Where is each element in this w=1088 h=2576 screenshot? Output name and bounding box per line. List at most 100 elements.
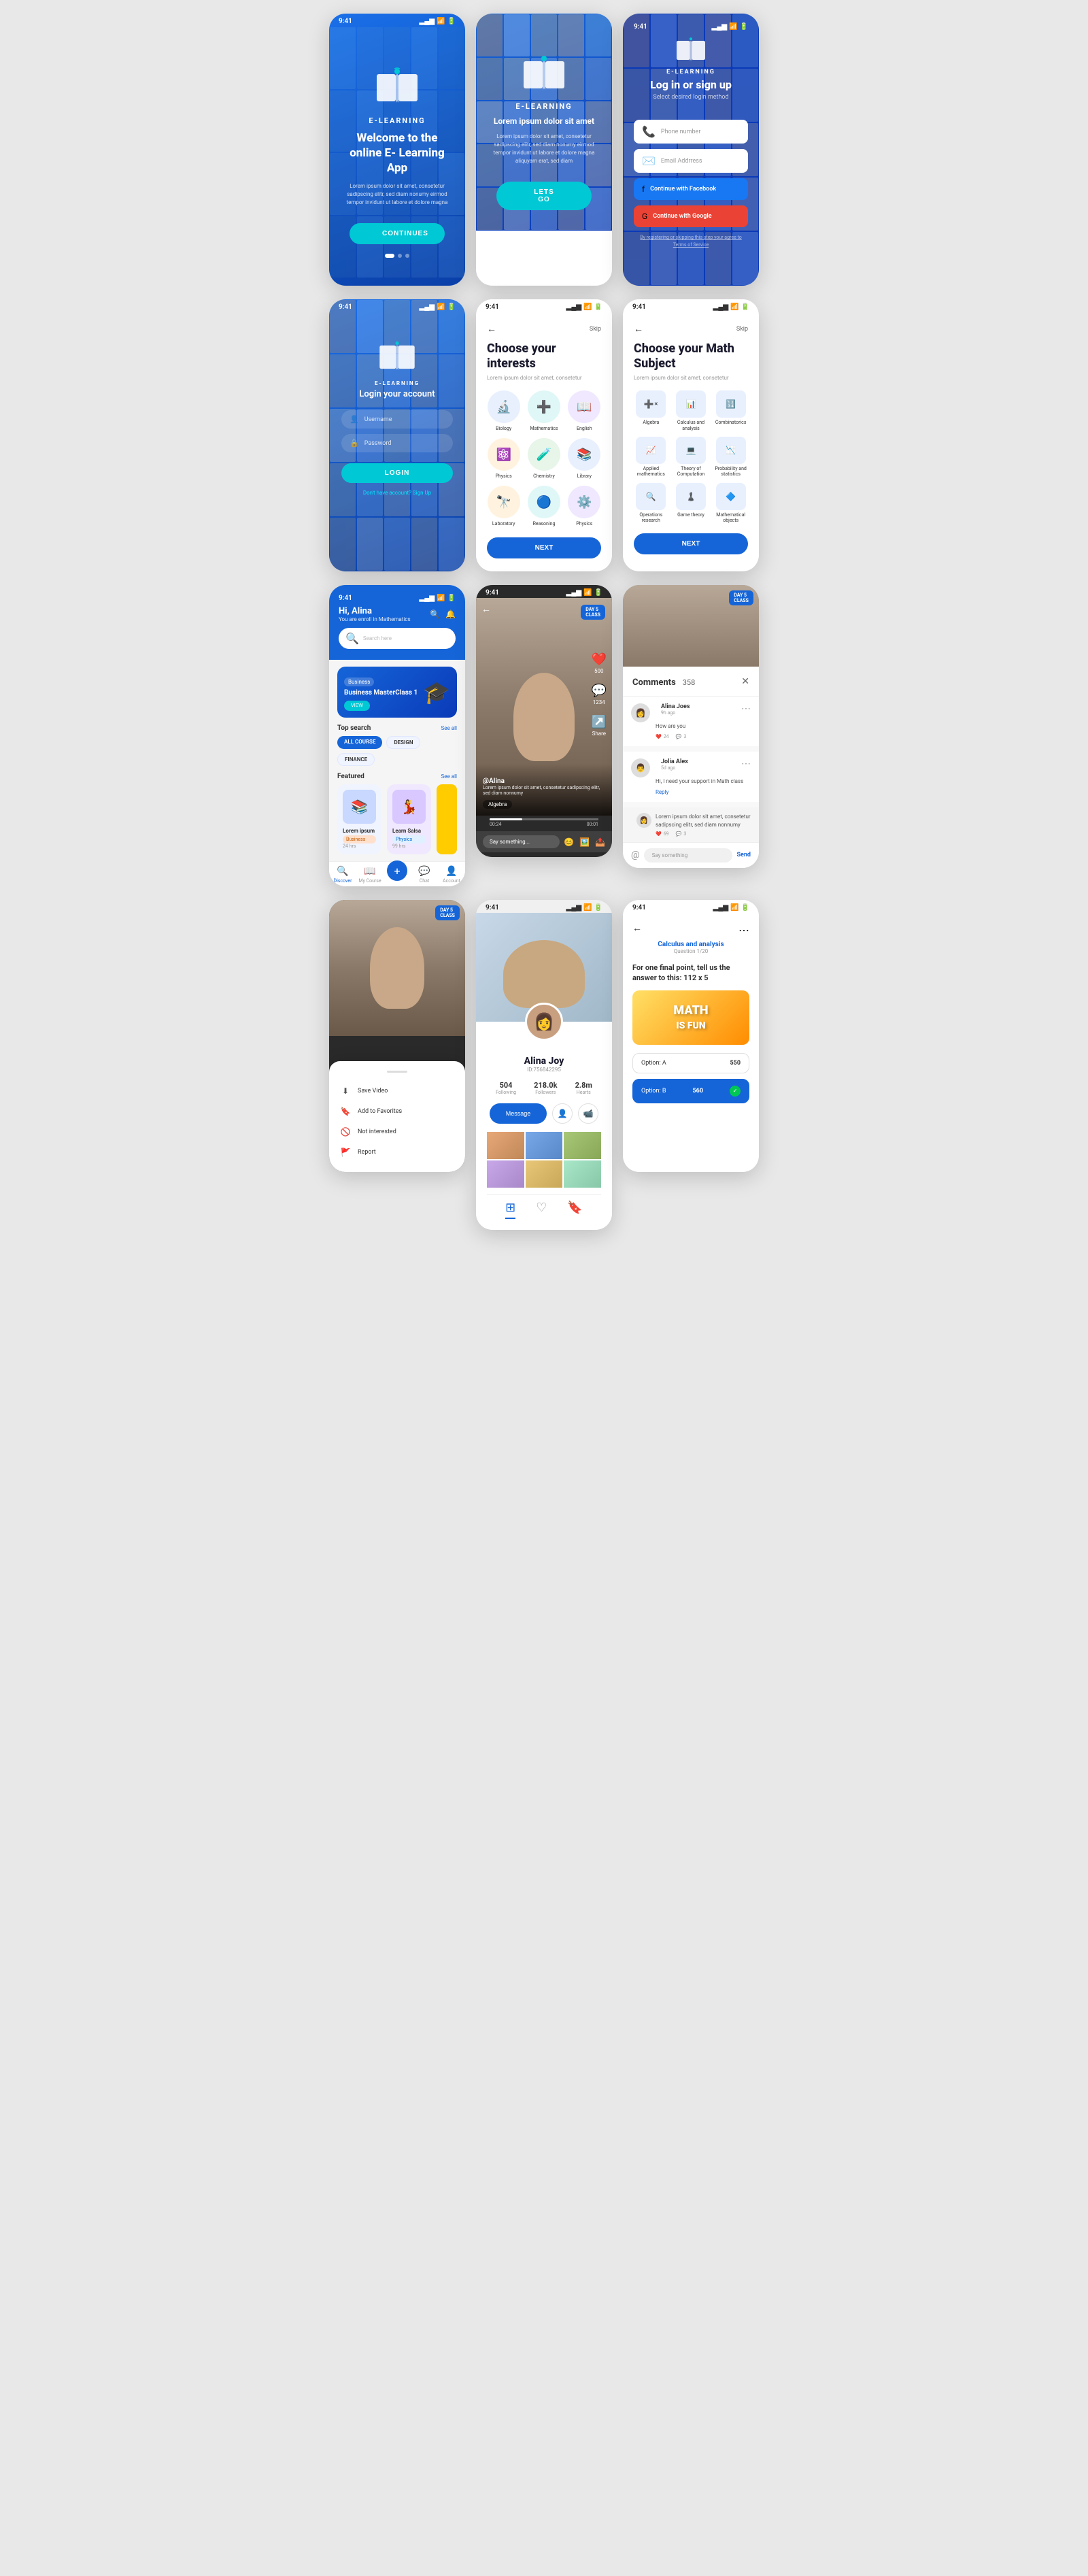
interest-chemistry[interactable]: 🧪 Chemistry <box>527 438 560 479</box>
tag-all[interactable]: ALL COURSE <box>337 736 382 749</box>
email-input-field[interactable]: ✉️ Email Addrress <box>634 149 748 173</box>
interest-biology[interactable]: 🔬 Biology <box>487 390 520 431</box>
login-button[interactable]: LOGIN <box>341 463 453 483</box>
send-button[interactable]: Send <box>736 852 751 858</box>
math-skip[interactable]: Skip <box>736 326 748 333</box>
add-friend-button[interactable]: 👤 <box>552 1103 573 1124</box>
math-operations[interactable]: 🔍 Operations research <box>634 483 668 524</box>
skip-button[interactable]: Skip <box>590 326 601 333</box>
notification-icon[interactable]: 🔔 <box>445 609 456 619</box>
close-icon[interactable]: ✕ <box>741 676 749 687</box>
comment-1-more[interactable]: ⋯ <box>741 703 751 714</box>
math-screen: 9:41 ▂▄▆ 📶 🔋 ← Skip Choose your Math Sub… <box>623 299 759 571</box>
google-button[interactable]: G Continue with Google <box>634 205 748 227</box>
interest-english[interactable]: 📖 English <box>568 390 601 431</box>
math-applied[interactable]: 📈 Applied mathematics <box>634 437 668 478</box>
username-field[interactable]: 👤 Username <box>341 410 453 429</box>
option-not-interested[interactable]: 🚫 Not interested <box>340 1122 454 1142</box>
option-save-video[interactable]: ⬇ Save Video <box>340 1081 454 1101</box>
emoji-icon[interactable]: 😊 <box>564 837 574 847</box>
math-back[interactable]: ← <box>634 323 643 335</box>
video-thumb-2[interactable] <box>526 1132 563 1159</box>
add-icon[interactable]: + <box>387 860 407 881</box>
search-icon[interactable]: 🔍 <box>430 609 440 619</box>
video-thumb-1[interactable] <box>487 1132 524 1159</box>
comment-1-actions: ❤️ 24 💬 3 <box>656 734 751 739</box>
top-search-see-all[interactable]: See all <box>441 725 457 731</box>
interest-library[interactable]: 📚 Library <box>568 438 601 479</box>
like-action-1[interactable]: ❤️ 24 <box>656 734 669 739</box>
algebra-icon: ➕✕ <box>636 390 666 418</box>
video-back-arrow[interactable]: ← <box>481 603 491 615</box>
next-button-math[interactable]: NEXT <box>634 533 748 554</box>
interest-physics2[interactable]: ⚙️ Physics <box>568 486 601 526</box>
math-combinatorics[interactable]: 🔢 Combinatorics <box>713 390 748 431</box>
quiz-option-b[interactable]: Option: B 560 ✓ <box>632 1079 749 1103</box>
continue-button[interactable]: CONTINUES <box>350 223 445 244</box>
letsgo-button[interactable]: LETS GO <box>496 182 592 210</box>
like-action[interactable]: ❤️ 500 <box>592 652 607 674</box>
tag-finance[interactable]: FINANCE <box>337 753 375 766</box>
video-thumb-6[interactable] <box>564 1160 601 1188</box>
quiz-option-a[interactable]: Option: A 550 <box>632 1053 749 1073</box>
profile-cover: 👩 <box>476 913 612 1022</box>
search-box[interactable]: 🔍 Search here <box>339 628 456 649</box>
terms-link[interactable]: Terms of Service <box>673 242 709 248</box>
quiz-more-icon[interactable]: ⋯ <box>738 924 749 937</box>
interest-laboratory[interactable]: 🔭 Laboratory <box>487 486 520 526</box>
math-probability[interactable]: 📉 Probability and statistics <box>713 437 748 478</box>
signup-link[interactable]: Sign Up <box>413 490 431 496</box>
comment-input[interactable]: Say something <box>644 848 733 863</box>
math-game[interactable]: ♟️ Game theory <box>674 483 709 524</box>
message-button[interactable]: Message <box>490 1103 547 1124</box>
stat-hearts: 2.8m Hearts <box>575 1081 592 1095</box>
phone-input-field[interactable]: 📞 Phone number <box>634 120 748 144</box>
math-objects[interactable]: 🔷 Mathematical objects <box>713 483 748 524</box>
tag-design[interactable]: DESIGN <box>386 736 420 749</box>
video-progress-bar[interactable] <box>490 818 598 820</box>
video-thumb-3[interactable] <box>564 1132 601 1159</box>
math-computation[interactable]: 💻 Theory of Computation <box>674 437 709 478</box>
image-icon[interactable]: 🖼️ <box>579 837 590 847</box>
course-card-1[interactable]: 📚 Lorem ipsum Business 24 hrs <box>337 784 381 854</box>
comment-action[interactable]: 💬 1234 <box>592 684 607 705</box>
library-icon-circle: 📚 <box>568 438 600 471</box>
password-field[interactable]: 🔒 Password <box>341 434 453 452</box>
comment-2-more[interactable]: ⋯ <box>741 758 751 769</box>
nav-chat[interactable]: 💬 Chat <box>411 866 438 884</box>
interest-mathematics[interactable]: ➕ Mathematics <box>527 390 560 431</box>
back-arrow[interactable]: ← <box>487 323 496 335</box>
video-thumb-5[interactable] <box>526 1160 563 1188</box>
facebook-button[interactable]: f Continue with Facebook <box>634 178 748 200</box>
nav-discover[interactable]: 🔍 Discover <box>329 866 356 884</box>
next-button-interests[interactable]: NEXT <box>487 537 601 558</box>
reply-action-1[interactable]: 💬 3 <box>676 734 687 739</box>
math-calculus[interactable]: 📊 Calculus and analysis <box>674 390 709 431</box>
quiz-back[interactable]: ← <box>632 922 642 934</box>
heart-tab[interactable]: ♡ <box>536 1201 547 1219</box>
reply-count[interactable]: 💬 3 <box>676 831 687 837</box>
say-input[interactable]: Say something... <box>483 835 560 848</box>
grid-tab[interactable]: ⊞ <box>505 1201 515 1219</box>
biology-label: Biology <box>496 426 511 431</box>
interest-reasoning[interactable]: 🔵 Reasoning <box>527 486 560 526</box>
featured-see-all[interactable]: See all <box>441 773 457 780</box>
reply-link-2[interactable]: Reply <box>656 789 668 795</box>
nav-add[interactable]: + <box>384 866 411 884</box>
option-add-favorites[interactable]: 🔖 Add to Favorites <box>340 1101 454 1122</box>
send-icon[interactable]: 📤 <box>595 837 605 847</box>
nav-my-course[interactable]: 📖 My Course <box>356 866 384 884</box>
nav-account[interactable]: 👤 Account <box>438 866 465 884</box>
video-thumb-4[interactable] <box>487 1160 524 1188</box>
interest-physics[interactable]: ⚛️ Physics <box>487 438 520 479</box>
math-algebra[interactable]: ➕✕ Algebra <box>634 390 668 431</box>
math-content: ← Skip Choose your Math Subject Lorem ip… <box>623 312 759 565</box>
course-card-2[interactable]: 💃 Learn Salsa Physics 99 hrs <box>387 784 431 854</box>
share-action[interactable]: ↗️ Share <box>592 715 607 737</box>
reply-like[interactable]: ❤️ 69 <box>656 831 669 837</box>
option-report[interactable]: 🚩 Report <box>340 1142 454 1162</box>
share-label: Share <box>592 731 606 737</box>
bookmark-tab[interactable]: 🔖 <box>567 1201 582 1219</box>
video-call-button[interactable]: 📹 <box>578 1103 598 1124</box>
view-button[interactable]: VIEW <box>344 701 370 711</box>
